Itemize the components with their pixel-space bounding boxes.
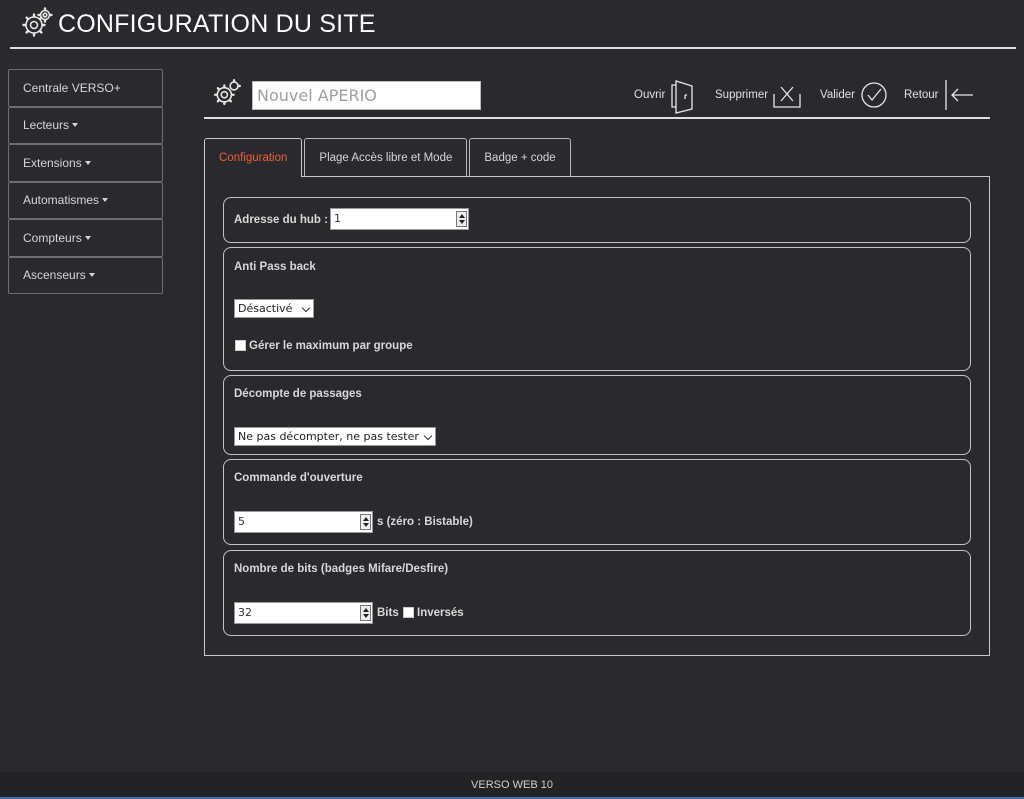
bits-value: 32 (238, 606, 252, 619)
hub-address-label: Adresse du hub : (234, 214, 328, 226)
sidebar-item-label: Ascenseurs (23, 268, 86, 283)
sidebar-item-label: Extensions (23, 155, 82, 170)
tab-label: Configuration (219, 152, 288, 164)
validate-button[interactable]: Valider (820, 76, 889, 114)
hub-address-box: Adresse du hub : 1 (223, 197, 971, 243)
door-icon (671, 80, 693, 114)
select-value: Ne pas décompter, ne pas tester (238, 430, 419, 443)
anti-pass-back-title: Anti Pass back (234, 261, 316, 273)
bits-input[interactable]: 32 (234, 602, 373, 624)
pass-count-title: Décompte de passages (234, 388, 362, 400)
tab-configuration[interactable]: Configuration (204, 138, 303, 177)
sidebar-item-label: Centrale VERSO+ (23, 80, 121, 95)
tab-bar: Configuration Plage Accès libre et Mode … (204, 138, 573, 177)
inverted-checkbox[interactable] (403, 607, 414, 618)
open-command-suffix: s (zéro : Bistable) (377, 516, 473, 528)
pass-count-select[interactable]: Ne pas décompter, ne pas tester (234, 427, 436, 446)
sidebar-item-label: Automatismes (23, 193, 100, 208)
tab-label: Badge + code (484, 152, 556, 164)
gears-icon (213, 79, 241, 106)
chevron-down-icon (301, 303, 311, 313)
gears-icon (22, 7, 53, 37)
validate-label: Valider (820, 89, 855, 101)
sidebar-item-automatismes[interactable]: Automatismes (8, 181, 163, 219)
footer-text: VERSO WEB 10 (471, 779, 553, 791)
hub-address-input[interactable]: 1 (330, 208, 469, 230)
back-button[interactable]: Retour (904, 76, 977, 114)
page-title: CONFIGURATION DU SITE (58, 10, 376, 38)
footer: VERSO WEB 10 (0, 772, 1024, 799)
open-label: Ouvrir (634, 89, 666, 101)
open-command-input[interactable]: 5 (234, 511, 373, 533)
open-command-title: Commande d'ouverture (234, 472, 363, 484)
caret-down-icon (72, 123, 79, 128)
sidebar-item-label: Compteurs (23, 230, 82, 245)
open-command-box: Commande d'ouverture 5 s (zéro : Bistabl… (223, 459, 971, 545)
caret-down-icon (84, 160, 91, 165)
bits-suffix: Bits (377, 607, 399, 619)
anti-pass-back-select[interactable]: Désactivé (234, 299, 314, 318)
sidebar: Centrale VERSO+ Lecteurs Extensions Auto… (8, 69, 163, 294)
back-label: Retour (904, 89, 939, 101)
bits-box: Nombre de bits (badges Mifare/Desfire) 3… (223, 550, 971, 636)
chevron-down-icon (423, 431, 433, 441)
arrow-left-icon (944, 80, 973, 110)
hub-address-value: 1 (334, 212, 341, 225)
delete-tray-icon (773, 86, 801, 108)
sidebar-item-centrale[interactable]: Centrale VERSO+ (8, 69, 163, 107)
open-button[interactable]: Ouvrir (634, 76, 697, 114)
check-circle-icon (861, 82, 887, 108)
sidebar-item-label: Lecteurs (23, 118, 70, 133)
sidebar-item-lecteurs[interactable]: Lecteurs (8, 106, 163, 144)
sidebar-item-extensions[interactable]: Extensions (8, 144, 163, 182)
anti-pass-back-box: Anti Pass back Désactivé Gérer le maximu… (223, 247, 971, 371)
spinner-arrows-icon[interactable] (456, 211, 467, 227)
sidebar-item-compteurs[interactable]: Compteurs (8, 219, 163, 257)
spinner-arrows-icon[interactable] (360, 514, 371, 530)
caret-down-icon (88, 273, 95, 278)
tab-label: Plage Accès libre et Mode (319, 152, 453, 164)
delete-label: Supprimer (715, 89, 769, 101)
select-value: Désactivé (238, 302, 293, 315)
toolbar: Ouvrir Supprimer Valider (204, 72, 990, 119)
open-command-value: 5 (238, 515, 245, 528)
spinner-arrows-icon[interactable] (360, 605, 371, 621)
config-panel: Adresse du hub : 1 Anti Pass back Désact… (204, 176, 990, 656)
inverted-label: Inversés (417, 607, 464, 619)
caret-down-icon (102, 198, 109, 203)
bits-title: Nombre de bits (badges Mifare/Desfire) (234, 563, 449, 575)
tab-plage-acces-libre[interactable]: Plage Accès libre et Mode (304, 138, 468, 177)
group-max-label: Gérer le maximum par groupe (249, 340, 413, 352)
group-max-checkbox[interactable] (235, 340, 246, 351)
pass-count-box: Décompte de passages Ne pas décompter, n… (223, 375, 971, 455)
delete-button[interactable]: Supprimer (715, 76, 802, 114)
sidebar-item-ascenseurs[interactable]: Ascenseurs (8, 256, 163, 294)
tab-badge-code[interactable]: Badge + code (469, 138, 571, 177)
name-input[interactable] (252, 81, 481, 110)
app-header: CONFIGURATION DU SITE (10, 0, 1016, 49)
caret-down-icon (84, 235, 91, 240)
